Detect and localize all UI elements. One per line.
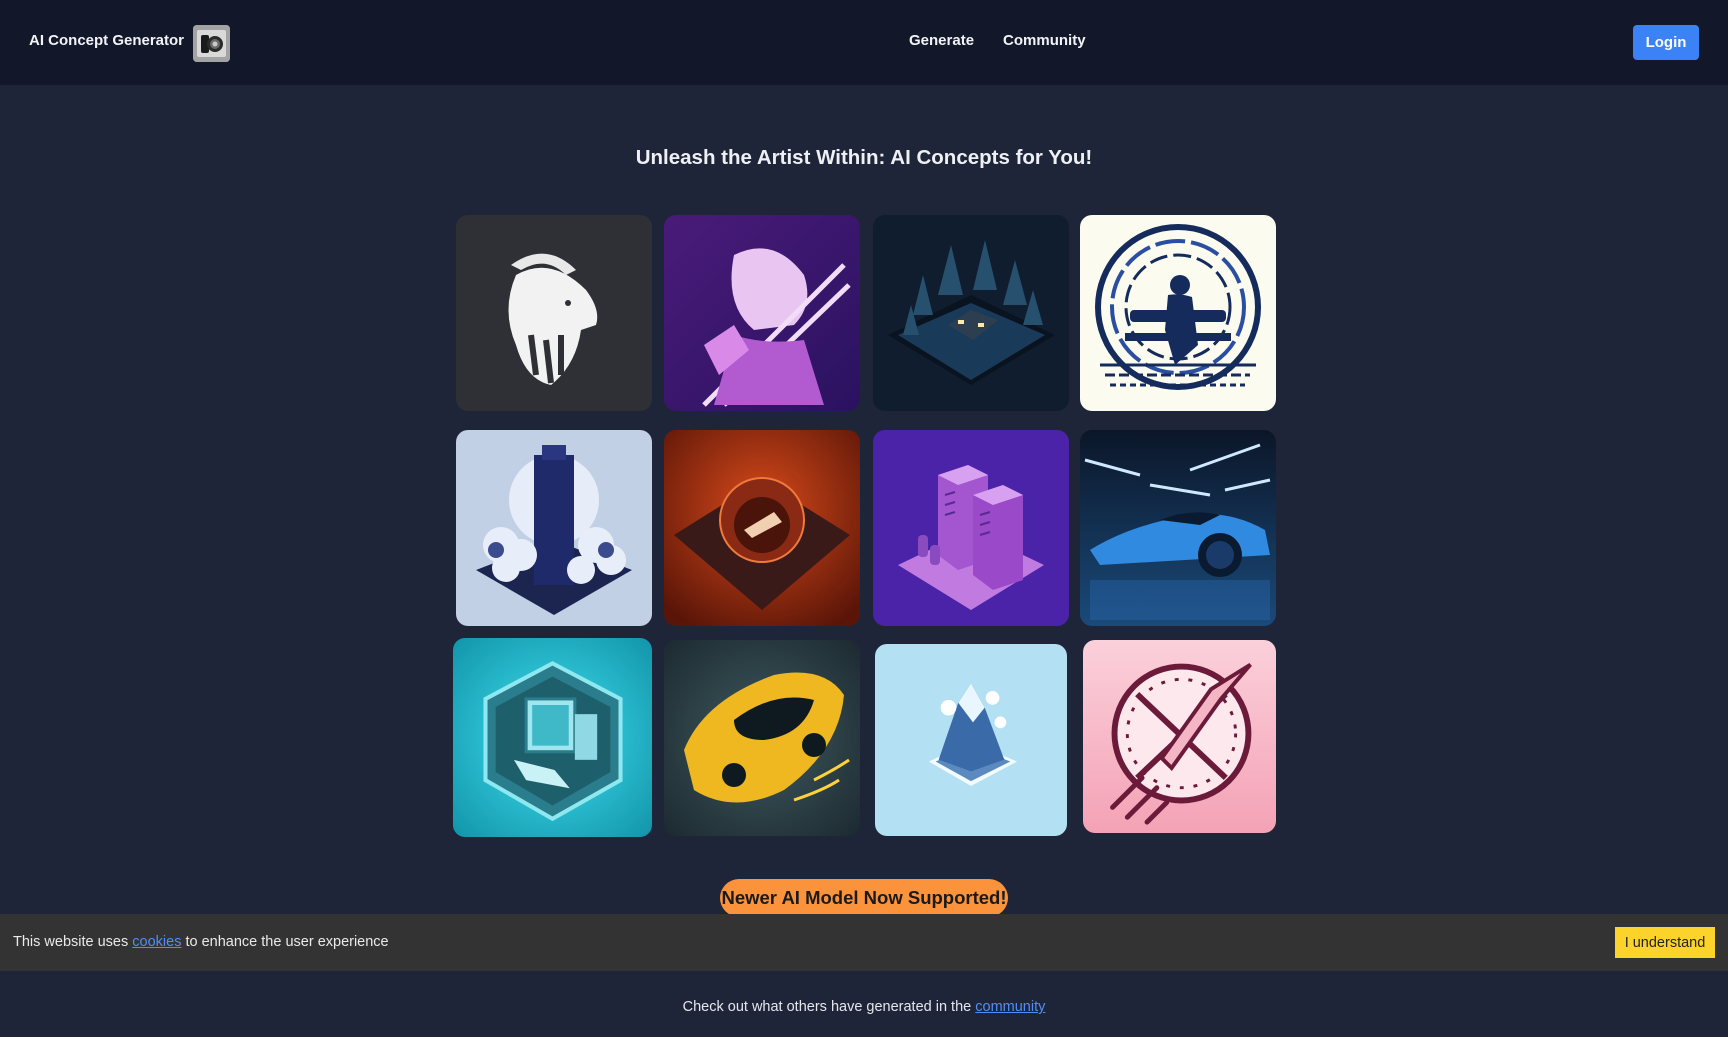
cookie-consent-bar: This website uses cookies to enhance the… <box>0 914 1728 971</box>
yellow-supercar-image <box>664 640 860 836</box>
brand-title[interactable]: AI Concept Generator <box>29 32 184 49</box>
footer-text: Check out what others have generated in … <box>682 999 976 1015</box>
nav-community[interactable]: Community <box>1003 32 1086 49</box>
top-navbar: AI Concept Generator Generate Community … <box>0 0 1728 85</box>
gallery-item-rocket[interactable] <box>1083 640 1276 833</box>
page-headline: Unleash the Artist Within: AI Concepts f… <box>635 146 1093 169</box>
anime-swordsman-image <box>664 215 860 411</box>
gallery-item-blue-car[interactable] <box>1080 430 1276 626</box>
cookie-text-after: to enhance the user experience <box>181 934 389 950</box>
gallery-item-goat[interactable] <box>456 215 652 411</box>
gallery-item-swordsman[interactable] <box>664 215 860 411</box>
gallery-item-ice-mountain[interactable] <box>875 644 1067 836</box>
red-planet-spaceship-image <box>664 430 860 626</box>
nav-generate[interactable]: Generate <box>909 32 974 49</box>
rocket-emblem-image <box>1083 640 1276 833</box>
forest-cabin-image <box>873 215 1069 411</box>
camera-logo-icon[interactable] <box>193 25 230 62</box>
gallery-item-forest-cabin[interactable] <box>873 215 1069 411</box>
skyscraper-image <box>456 430 652 626</box>
gallery-item-computer[interactable] <box>453 638 652 837</box>
gallery-item-maze-bench[interactable] <box>1080 215 1276 411</box>
login-button[interactable]: Login <box>1633 25 1699 60</box>
footer-message: Check out what others have generated in … <box>0 999 1728 1015</box>
concept-gallery <box>453 215 1276 840</box>
announcement-badge[interactable]: Newer AI Model Now Supported! <box>720 879 1008 917</box>
server-racks-image <box>873 430 1069 626</box>
goat-head-image <box>456 215 652 411</box>
cookie-text-before: This website uses <box>13 934 133 950</box>
main-nav: Generate Community <box>909 32 1086 49</box>
accept-cookies-button[interactable]: I understand <box>1615 927 1715 958</box>
maze-bench-image <box>1080 215 1276 411</box>
gallery-item-yellow-car[interactable] <box>664 640 860 836</box>
gallery-item-skyscraper[interactable] <box>456 430 652 626</box>
retro-computer-image <box>453 638 652 837</box>
ice-mountain-image <box>875 644 1067 836</box>
cookie-message: This website uses cookies to enhance the… <box>13 934 389 950</box>
cookies-link[interactable]: cookies <box>132 934 181 950</box>
gallery-item-red-planet[interactable] <box>664 430 860 626</box>
gallery-item-servers[interactable] <box>873 430 1069 626</box>
blue-sportscar-image <box>1080 430 1276 626</box>
community-link[interactable]: community <box>975 999 1045 1015</box>
